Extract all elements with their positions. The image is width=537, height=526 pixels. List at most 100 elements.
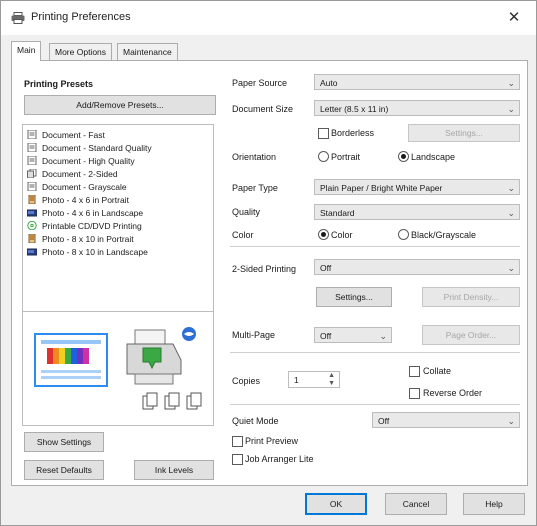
chevron-down-icon: ⌄ [507,104,515,114]
photo-landscape-icon [27,209,37,217]
orientation-label: Orientation [232,152,277,162]
tab-more-options[interactable]: More Options [49,43,113,60]
reverse-order-label: Reverse Order [423,388,483,398]
preset-label: Document - Grayscale [42,182,127,192]
preset-label: Document - Standard Quality [42,143,152,153]
copies-label: Copies [232,376,261,386]
preset-label: Document - High Quality [42,156,135,166]
close-icon[interactable]: ✕ [502,6,526,30]
multi-page-select[interactable]: Off ⌄ [314,327,392,343]
paper-source-select[interactable]: Auto ⌄ [314,74,520,90]
borderless-settings-button[interactable]: Settings... [408,124,520,142]
list-item[interactable]: Photo - 8 x 10 in Portrait [27,233,134,246]
stepper-arrows-icon[interactable]: ▲ ▼ [328,372,335,388]
chevron-down-icon: ⌄ [379,331,387,341]
two-sided-value: Off [320,263,332,273]
tab-maintenance[interactable]: Maintenance [117,43,178,60]
quiet-mode-select[interactable]: Off ⌄ [372,412,520,428]
document-size-select[interactable]: Letter (8.5 x 11 in) ⌄ [314,100,520,116]
add-remove-presets-button[interactable]: Add/Remove Presets... [24,95,216,115]
black-grayscale-label: Black/Grayscale [411,230,477,240]
quiet-mode-value: Off [378,416,390,426]
chevron-down-icon: ⌄ [507,208,515,218]
borderless-checkbox[interactable] [318,128,329,139]
paper-type-label: Paper Type [232,183,278,193]
copies-stepper[interactable]: 1 ▲ ▼ [288,371,340,388]
chevron-down-icon: ⌄ [507,263,515,273]
preset-label: Photo - 8 x 10 in Portrait [42,234,134,244]
document-icon [27,182,37,191]
reset-defaults-button[interactable]: Reset Defaults [24,460,104,480]
main-tab-panel: Printing Presets Add/Remove Presets... D… [11,60,528,486]
list-item[interactable]: Document - Grayscale [27,181,127,194]
presets-list[interactable]: Document - Fast Document - Standard Qual… [22,124,214,312]
print-preview-checkbox[interactable] [232,436,243,447]
collate-label: Collate [423,366,452,376]
job-arranger-lite-label: Job Arranger Lite [245,454,314,464]
cd-icon [27,221,37,230]
paper-source-label: Paper Source [232,78,288,88]
landscape-radio[interactable] [398,151,409,162]
quality-label: Quality [232,207,261,217]
chevron-down-icon: ⌄ [507,78,515,88]
document-size-label: Document Size [232,104,294,114]
cancel-button[interactable]: Cancel [385,493,447,515]
two-sided-icon [27,169,37,178]
list-item[interactable]: Photo - 4 x 6 in Landscape [27,207,143,220]
window-title: Printing Preferences [31,11,131,23]
list-item[interactable]: Photo - 8 x 10 in Landscape [27,246,148,259]
tab-main[interactable]: Main [11,41,42,61]
list-item[interactable]: Document - High Quality [27,155,135,168]
page-order-button[interactable]: Page Order... [422,325,520,345]
list-item[interactable]: Printable CD/DVD Printing [27,220,142,233]
job-arranger-lite-checkbox[interactable] [232,454,243,465]
divider [230,404,520,405]
list-item[interactable]: Document - Standard Quality [27,142,152,155]
color-radio[interactable] [318,229,329,240]
color-label: Color [232,230,254,240]
black-grayscale-radio[interactable] [398,229,409,240]
list-item[interactable]: Document - Fast [27,129,105,142]
document-icon [27,143,37,152]
photo-portrait-icon [28,195,36,204]
preset-label: Document - 2-Sided [42,169,118,179]
reverse-order-checkbox[interactable] [409,388,420,399]
two-sided-printing-select[interactable]: Off ⌄ [314,259,520,275]
print-density-button[interactable]: Print Density... [422,287,520,307]
ok-button[interactable]: OK [305,493,367,515]
chevron-down-icon: ⌄ [507,183,515,193]
quality-select[interactable]: Standard ⌄ [314,204,520,220]
chevron-down-icon: ⌄ [507,416,515,426]
photo-portrait-icon [28,234,36,243]
page-preview-graphic [34,327,202,410]
ink-levels-button[interactable]: Ink Levels [134,460,214,480]
document-icon [27,156,37,165]
divider [230,352,520,353]
borderless-label: Borderless [331,128,375,138]
portrait-radio[interactable] [318,151,329,162]
multi-page-value: Off [320,331,332,341]
print-preview-label: Print Preview [245,436,299,446]
paper-source-value: Auto [320,78,338,88]
landscape-label: Landscape [411,152,456,162]
list-item[interactable]: Document - 2-Sided [27,168,118,181]
document-size-value: Letter (8.5 x 11 in) [320,104,389,114]
preset-label: Printable CD/DVD Printing [42,221,142,231]
photo-landscape-icon [27,248,37,256]
list-item[interactable]: Photo - 4 x 6 in Portrait [27,194,129,207]
color-option-label: Color [331,230,353,240]
document-icon [27,130,37,139]
collate-checkbox[interactable] [409,366,420,377]
two-sided-settings-button[interactable]: Settings... [316,287,392,307]
printer-icon [11,12,25,24]
multi-page-label: Multi-Page [232,330,276,340]
paper-type-select[interactable]: Plain Paper / Bright White Paper ⌄ [314,179,520,195]
divider [230,246,520,247]
portrait-label: Portrait [331,152,361,162]
preset-label: Photo - 4 x 6 in Portrait [42,195,129,205]
show-settings-button[interactable]: Show Settings [24,432,104,452]
preset-label: Photo - 4 x 6 in Landscape [42,208,144,218]
preset-label: Document - Fast [42,130,105,140]
printing-preferences-window: Printing Preferences ✕ Main More Options… [0,0,537,526]
help-button[interactable]: Help [463,493,525,515]
